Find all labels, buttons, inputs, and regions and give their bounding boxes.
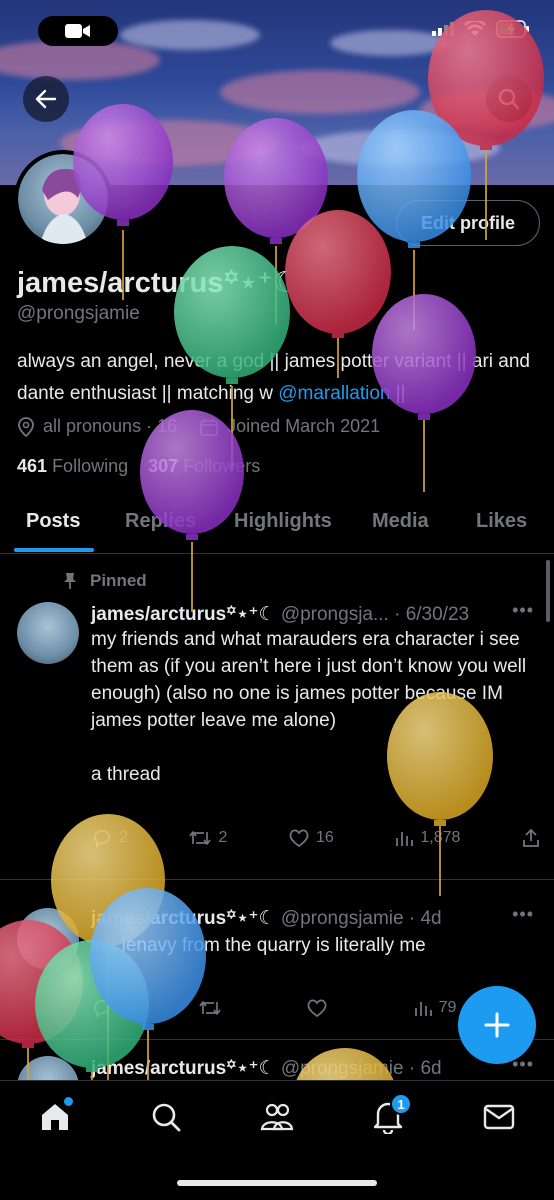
bio-end: || (390, 383, 406, 404)
tab-likes[interactable]: Likes (476, 510, 527, 533)
post-author-name: james/arcturus꙳⋆⁺☾ (91, 908, 276, 929)
more-options-button[interactable]: ••• (512, 600, 534, 621)
like-button[interactable] (306, 998, 328, 1018)
calendar-icon (200, 418, 218, 436)
post-author-name: james/arcturus꙳⋆⁺☾ (91, 1058, 276, 1079)
communities-icon (260, 1103, 294, 1131)
views-icon (414, 1002, 432, 1016)
share-button[interactable] (521, 828, 541, 848)
post-author-name: james/arcturus꙳⋆⁺☾ (91, 604, 276, 625)
profile-bio: always an angel, never a god || james po… (17, 346, 542, 410)
notification-badge: 1 (390, 1093, 412, 1115)
views-button[interactable]: 1,878 (394, 828, 460, 848)
heart-icon (289, 829, 309, 848)
reply-icon (94, 1000, 110, 1018)
tab-replies[interactable]: Replies (125, 510, 196, 533)
more-options-button[interactable]: ••• (512, 904, 534, 925)
avatar-illustration (40, 168, 88, 244)
active-tab-indicator (14, 548, 94, 552)
compose-post-button[interactable] (458, 986, 536, 1064)
post-item[interactable]: james/arcturus꙳⋆⁺☾ @prongsja... · 6/30/2… (0, 556, 554, 880)
display-name: james/arcturus꙳⋆⁺☾ (17, 267, 299, 299)
tab-posts[interactable]: Posts (26, 510, 80, 533)
following-link[interactable]: 461 Following (17, 456, 128, 476)
home-indicator (177, 1180, 377, 1186)
nav-home[interactable] (35, 1097, 75, 1137)
views-button[interactable]: 79 (413, 998, 456, 1018)
like-button[interactable]: 16 (288, 828, 334, 848)
post-handle-date: @prongsjamie · 4d (280, 908, 442, 929)
back-button[interactable] (23, 76, 69, 122)
envelope-icon (483, 1104, 515, 1130)
repost-button[interactable]: 2 (188, 828, 227, 848)
plus-icon (484, 1012, 510, 1038)
bio-mention-link[interactable]: @marallation (278, 383, 390, 404)
status-bar (0, 0, 554, 60)
repost-button[interactable] (198, 998, 222, 1018)
post-text: my friends and what marauders era charac… (91, 629, 527, 785)
profile-meta: all pronouns · 16 Joined March 2021 (17, 416, 380, 437)
post-actions: 2 2 16 1,878 (91, 828, 541, 848)
post-header: james/arcturus꙳⋆⁺☾ @prongsjamie · 4d (91, 904, 442, 930)
search-button[interactable] (486, 76, 532, 122)
repost-icon (189, 831, 212, 845)
post-handle-date: @prongsja... · 6/30/23 (280, 604, 470, 625)
nav-communities[interactable] (257, 1097, 297, 1137)
follow-counts: 461 Following 307 Followers (17, 456, 260, 477)
signal-icon (432, 22, 454, 41)
search-icon (498, 88, 520, 110)
profile-avatar[interactable] (14, 150, 112, 248)
pronouns-text: all pronouns · 16 (43, 416, 178, 436)
wifi-icon (464, 19, 486, 42)
reply-button[interactable] (91, 998, 113, 1018)
search-icon (152, 1103, 181, 1132)
post-header: james/arcturus꙳⋆⁺☾ @prongsja... · 6/30/2… (91, 600, 469, 626)
views-icon (396, 832, 414, 846)
tab-media[interactable]: Media (372, 510, 429, 533)
post-avatar[interactable] (17, 1056, 79, 1080)
arrow-left-icon (35, 89, 57, 109)
nav-search[interactable] (146, 1097, 186, 1137)
home-dot-indicator (64, 1097, 73, 1106)
joined-date: Joined March 2021 (227, 416, 381, 436)
battery-charging-icon (496, 20, 530, 43)
followers-link[interactable]: 307 Followers (148, 456, 260, 476)
video-camera-icon (38, 16, 118, 46)
post-avatar[interactable] (17, 602, 79, 664)
heart-icon (307, 999, 327, 1018)
edit-profile-button[interactable]: Edit profile (396, 200, 540, 246)
location-pin-icon (18, 416, 34, 437)
post-handle-date: @prongsjamie · 6d (280, 1058, 442, 1079)
share-icon (523, 828, 539, 847)
reply-icon (94, 830, 110, 848)
profile-handle: @prongsjamie (17, 303, 140, 324)
repost-icon (198, 1001, 221, 1015)
post-header: james/arcturus꙳⋆⁺☾ @prongsjamie · 6d (91, 1054, 442, 1080)
bio-text: always an angel, never a god || james po… (17, 351, 530, 404)
post-text: ian lenavy from the quarry is literally … (91, 935, 426, 956)
nav-notifications[interactable]: 1 (368, 1093, 412, 1137)
tab-highlights[interactable]: Highlights (234, 510, 332, 533)
nav-messages[interactable] (479, 1097, 519, 1137)
reply-button[interactable]: 2 (91, 828, 128, 848)
profile-tabs: Posts Replies Highlights Media Likes (0, 496, 554, 554)
post-avatar[interactable] (17, 908, 79, 970)
